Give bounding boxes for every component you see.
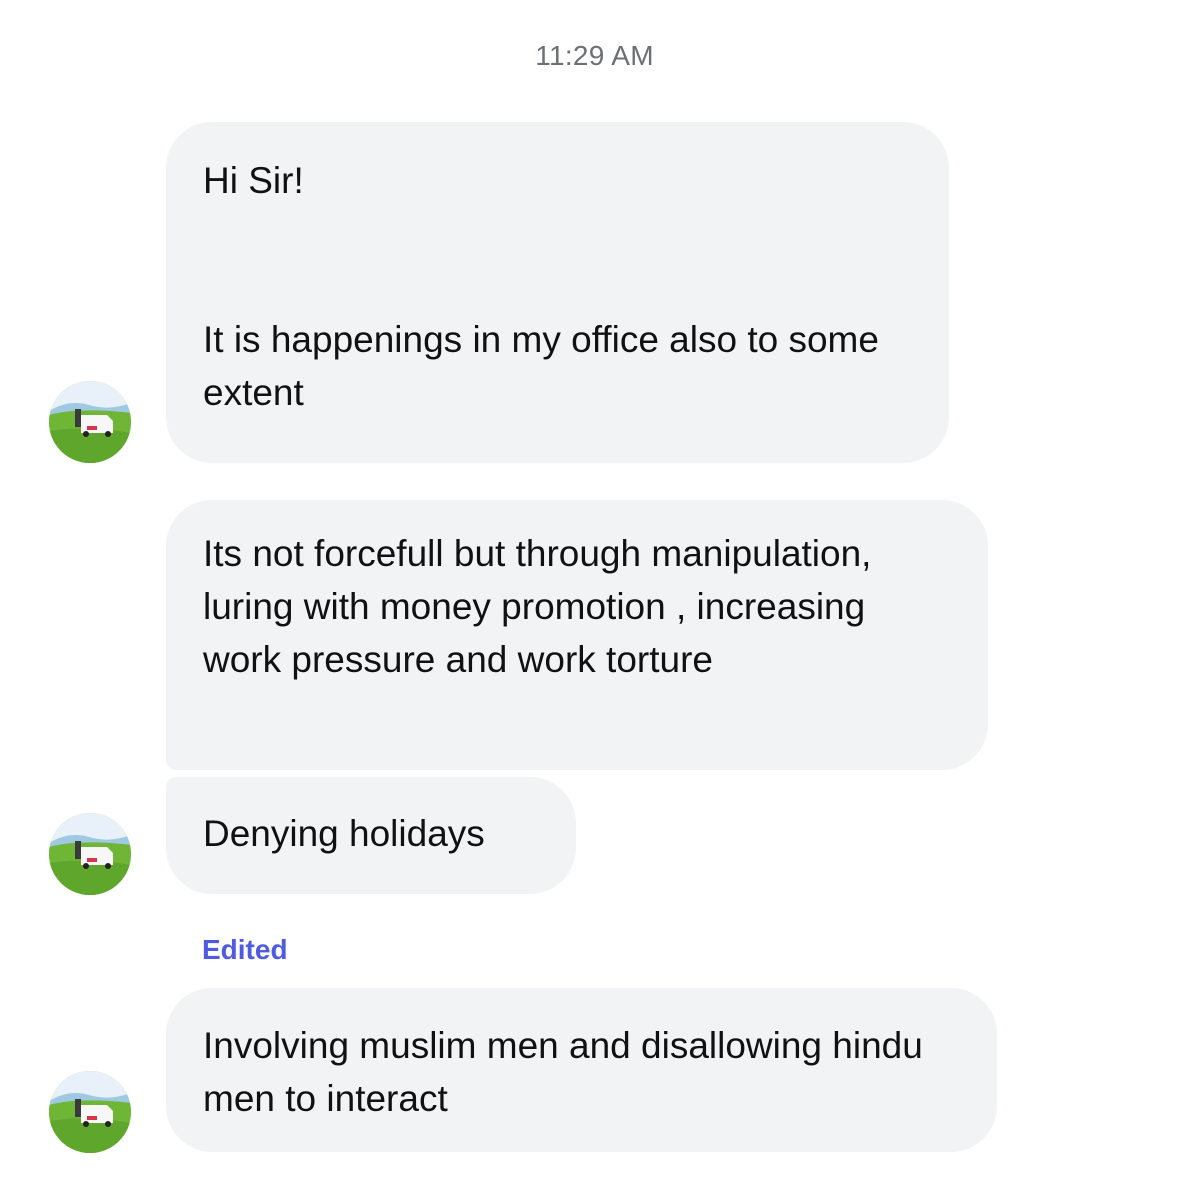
edited-label: Edited [202,934,288,965]
sender-avatar[interactable] [49,381,131,463]
message-bubble[interactable]: Denying holidays [166,777,576,894]
avatar-photo-icon [49,1071,131,1153]
avatar-photo-icon [49,813,131,895]
avatar-photo-icon [49,381,131,463]
sender-avatar[interactable] [49,1071,131,1153]
message-bubble[interactable]: Hi Sir! It is happenings in my office al… [166,122,949,463]
message-bubble[interactable]: Its not forcefull but through manipulati… [166,500,988,770]
message-timestamp: 11:29 AM [535,40,654,71]
sender-avatar[interactable] [49,813,131,895]
message-bubble[interactable]: Involving muslim men and disallowing hin… [166,988,997,1152]
